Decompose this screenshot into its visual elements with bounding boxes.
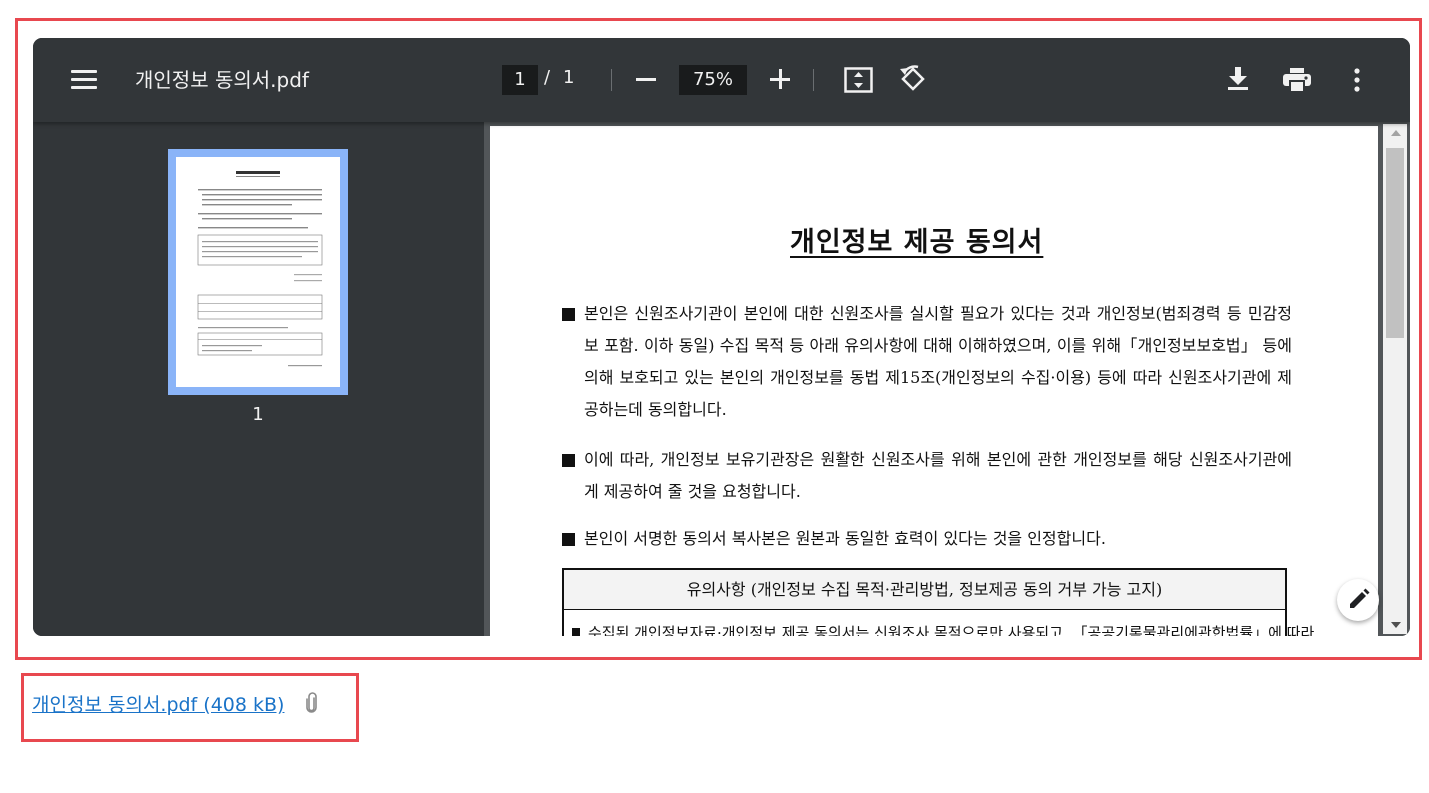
zoom-out-icon[interactable]	[636, 78, 656, 81]
notice-heading: 유의사항 (개인정보 수집 목적·관리방법, 정보제공 동의 거부 가능 고지)	[564, 570, 1285, 610]
rotate-icon[interactable]	[898, 64, 928, 94]
scroll-up-arrow-icon[interactable]	[1391, 130, 1401, 136]
current-page-input[interactable]: 1	[502, 65, 538, 95]
attachment-link[interactable]: 개인정보 동의서.pdf (408 kB)	[32, 690, 284, 717]
consent-paragraph-3: 본인이 서명한 동의서 복사본은 원본과 동일한 효력이 있다는 것을 인정합니…	[562, 523, 1292, 555]
thumbnail-page-number: 1	[252, 404, 264, 425]
bullet-square-icon	[562, 454, 575, 467]
more-icon[interactable]	[1353, 68, 1361, 92]
toolbar-divider	[611, 69, 612, 91]
notice-item: 수집된 개인정보자료·개인정보 제공 동의서는 신원조사 목적으로만 사용되고,…	[572, 622, 1314, 636]
zoom-in-icon[interactable]	[770, 69, 790, 89]
scrollbar-thumb[interactable]	[1386, 148, 1404, 338]
menu-icon[interactable]	[71, 68, 97, 90]
pdf-viewer: 개인정보 동의서.pdf 1 / 1 75% 1 개인정보 제공 동의서 본인은…	[33, 38, 1410, 636]
fit-page-icon[interactable]	[844, 67, 873, 93]
scroll-down-arrow-icon[interactable]	[1391, 622, 1401, 628]
pdf-page: 개인정보 제공 동의서 본인은 신원조사기관이 본인에 대한 신원조사를 실시할…	[490, 126, 1378, 636]
document-title: 개인정보 동의서.pdf	[135, 68, 309, 92]
bullet-square-icon	[562, 308, 575, 321]
total-pages: 1	[563, 67, 575, 88]
pencil-icon	[1350, 588, 1370, 608]
download-icon[interactable]	[1227, 67, 1249, 91]
thumbnail-page-preview	[176, 157, 340, 387]
document-heading: 개인정보 제공 동의서	[790, 227, 1044, 258]
bullet-square-icon	[562, 533, 575, 546]
vertical-scrollbar[interactable]	[1383, 124, 1407, 634]
viewer-toolbar: 개인정보 동의서.pdf 1 / 1 75%	[33, 38, 1410, 122]
toolbar-divider	[813, 69, 814, 91]
page-thumbnail[interactable]	[168, 149, 348, 395]
consent-paragraph-2: 이에 따라, 개인정보 보유기관장은 원활한 신원조사를 위해 본인에 관한 개…	[562, 444, 1292, 508]
bullet-square-icon	[572, 628, 580, 636]
document-content-area[interactable]: 개인정보 제공 동의서 본인은 신원조사기관이 본인에 대한 신원조사를 실시할…	[484, 122, 1410, 636]
notice-table: 유의사항 (개인정보 수집 목적·관리방법, 정보제공 동의 거부 가능 고지)…	[562, 568, 1314, 636]
paperclip-icon	[306, 692, 317, 713]
thumbnail-sidebar: 1	[33, 122, 484, 636]
page-separator: /	[544, 67, 551, 88]
print-icon[interactable]	[1283, 68, 1311, 92]
zoom-level-input[interactable]: 75%	[679, 65, 747, 95]
consent-paragraph-1: 본인은 신원조사기관이 본인에 대한 신원조사를 실시할 필요가 있다는 것과 …	[562, 298, 1292, 426]
edit-button[interactable]	[1337, 579, 1379, 621]
